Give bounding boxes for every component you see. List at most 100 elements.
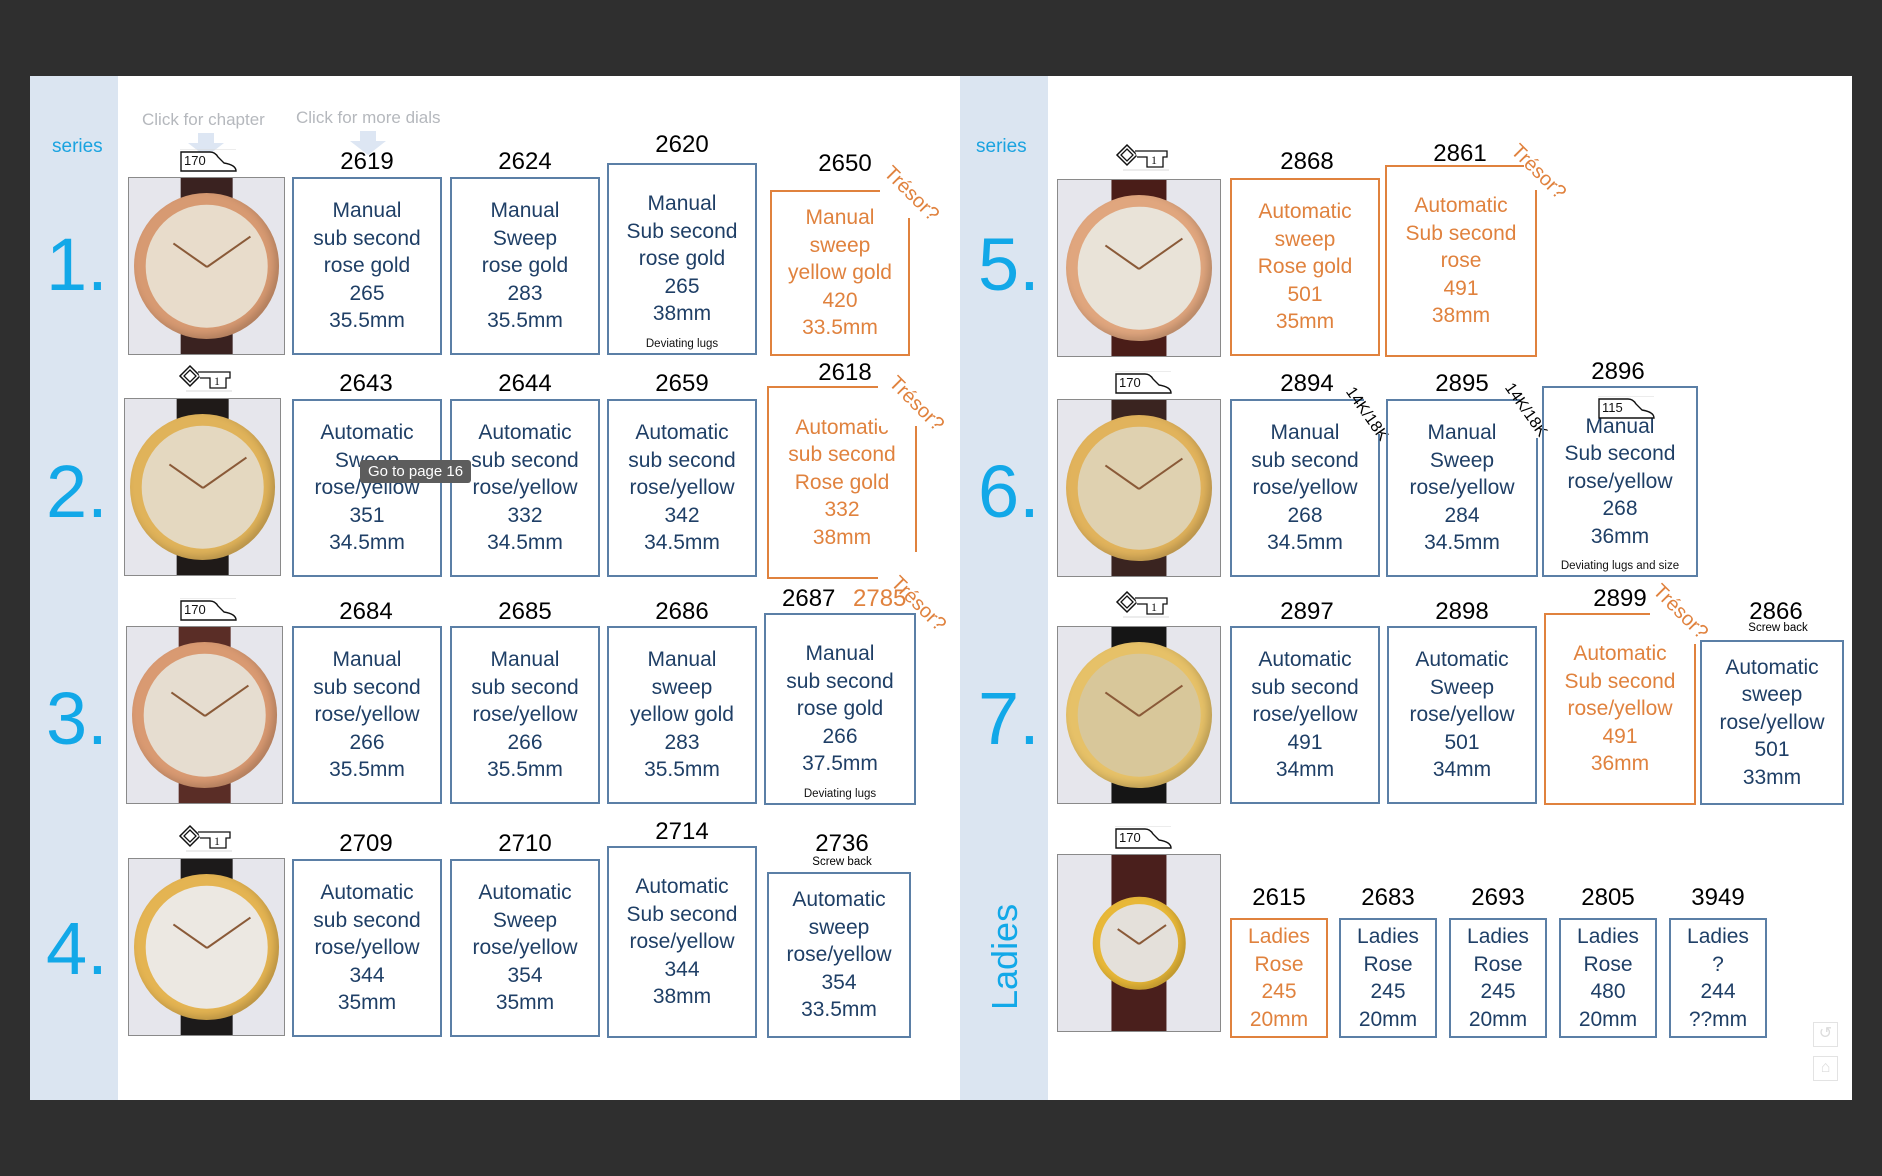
spec-line: 36mm <box>1590 524 1650 548</box>
spec-box-2624[interactable]: Manual Sweep rose gold 283 35.5mm <box>450 177 600 355</box>
spec-line: Automatic <box>635 421 729 445</box>
spec-line: 38mm <box>652 302 712 326</box>
spec-box-2615[interactable]: Ladies Rose 245 20mm <box>1230 918 1328 1038</box>
spec-box-2897[interactable]: Automatic sub second rose/yellow 491 34mm <box>1230 626 1380 804</box>
spec-box-2861[interactable]: Automatic Sub second rose 491 38mm <box>1385 165 1537 357</box>
reference-number: 2899 <box>1593 585 1647 612</box>
spec-box-2643[interactable]: AutomaticSweeprose/yellow35134.5mm <box>292 399 442 577</box>
spec-note: Deviating lugs and size <box>1560 560 1680 572</box>
watch-photo[interactable] <box>124 398 281 576</box>
back-button[interactable]: ↺ <box>1813 1022 1838 1047</box>
spec-box-2683[interactable]: Ladies Rose 245 20mm <box>1339 918 1437 1038</box>
spec-box-2898[interactable]: Automatic Sweep rose/yellow 501 34mm <box>1387 626 1537 804</box>
reference-number: 2624 <box>498 148 552 175</box>
home-button[interactable]: ⌂ <box>1813 1056 1838 1081</box>
spec-line: Manual <box>490 648 560 672</box>
spec-line: rose/yellow <box>629 930 735 954</box>
inner-stamp-115[interactable]: 115 <box>1598 395 1656 420</box>
reference-number: 2710 <box>498 830 552 857</box>
chapter-stamp-170[interactable]: 170 <box>1115 825 1173 850</box>
chapter-hint: Click for chapter <box>142 110 265 129</box>
stamp-number: 170 <box>1119 375 1141 390</box>
reference-number: 2736 <box>815 830 869 857</box>
watch-photo[interactable] <box>126 626 283 804</box>
chapter-stamp-170[interactable]: 170 <box>180 148 238 173</box>
watch-photo[interactable] <box>1057 179 1221 357</box>
spec-line: sweep <box>1274 227 1336 251</box>
series-label: series <box>52 136 103 157</box>
spec-line: 33mm <box>1742 765 1802 789</box>
spec-box-2687[interactable]: Manual sub second rose gold 266 37.5mm Deviat… <box>764 613 916 805</box>
watch-photo[interactable] <box>1057 626 1221 804</box>
row-number: 5. <box>978 223 1040 306</box>
spec-line: rose gold <box>638 247 726 271</box>
spec-line: 35.5mm <box>644 758 720 782</box>
spec-line: 332 <box>824 498 860 522</box>
spec-line: 20mm <box>1358 1007 1418 1031</box>
spec-line: Automatic <box>635 875 729 899</box>
spec-box-2620[interactable]: Manual Sub second rose gold 265 38mm Deviatin… <box>607 163 757 355</box>
spec-line: 344 <box>349 963 385 987</box>
spec-line: sweep <box>651 675 713 699</box>
spec-box-2709[interactable]: Automatic sub second rose/yellow 344 35mm <box>292 859 442 1037</box>
spec-box-2895[interactable]: Manual Sweep rose/yellow 284 34.5mm <box>1386 399 1538 577</box>
spec-box-2868[interactable]: Automatic sweep Rose gold 501 35mm <box>1230 178 1380 356</box>
spec-box-2736[interactable]: Automatic sweep rose/yellow 354 33.5mm <box>767 872 911 1038</box>
watch-photo[interactable] <box>128 177 285 355</box>
chapter-stamp-key[interactable]: 1 <box>1115 590 1171 618</box>
spec-line: 35.5mm <box>329 758 405 782</box>
reference-number: 2805 <box>1581 884 1635 911</box>
spec-line: 35mm <box>337 991 397 1015</box>
spec-line: sub second <box>313 908 421 932</box>
spec-box-2710[interactable]: Automatic Sweep rose/yellow 354 35mm <box>450 859 600 1037</box>
spec-line: ??mm <box>1688 1007 1748 1031</box>
spec-box-2866[interactable]: Automatic sweep rose/yellow 501 33mm <box>1700 640 1844 805</box>
watch-photo[interactable] <box>1057 399 1221 577</box>
spec-line: rose/yellow <box>472 476 578 500</box>
chapter-stamp-key[interactable]: 1 <box>178 364 234 392</box>
spec-box-2644[interactable]: Automatic sub second rose/yellow 332 34.5mm <box>450 399 600 577</box>
chapter-stamp-key[interactable]: 1 <box>178 824 234 852</box>
spec-box-2693[interactable]: Ladies Rose 245 20mm <box>1449 918 1547 1038</box>
spec-line: Sub second <box>1405 221 1517 245</box>
spec-line: rose gold <box>481 254 569 278</box>
reference-number: 2709 <box>339 830 393 857</box>
watch-photo[interactable] <box>1057 854 1221 1032</box>
watch-photo[interactable] <box>128 858 285 1036</box>
spec-box-3949[interactable]: Ladies? 244 ??mm <box>1669 918 1767 1038</box>
spec-line: 268 <box>1602 497 1638 521</box>
spec-line: 491 <box>1287 730 1323 754</box>
spec-box-2894[interactable]: Manual sub second rose/yellow 268 34.5mm <box>1230 399 1380 577</box>
spec-line: 38mm <box>1431 304 1491 328</box>
spec-line: 354 <box>507 963 543 987</box>
spec-line: Automatic <box>320 421 414 445</box>
screw-back-note: Screw back <box>812 856 872 868</box>
spec-line: 33.5mm <box>802 316 878 340</box>
spec-line: Rose gold <box>794 470 890 494</box>
spec-line: Automatic <box>1414 194 1508 218</box>
spec-line: ? <box>1712 952 1724 976</box>
spec-box-2714[interactable]: Automatic Sub second rose/yellow 344 38mm <box>607 846 757 1038</box>
spec-line: 245 <box>1480 980 1516 1003</box>
stamp-number: 1 <box>1151 600 1157 614</box>
spec-line: 34mm <box>1432 758 1492 782</box>
spec-box-2685[interactable]: Manual sub second rose/yellow 266 35.5mm <box>450 626 600 804</box>
spec-line: 34.5mm <box>329 531 405 555</box>
chapter-stamp-170[interactable]: 170 <box>1115 370 1173 395</box>
spec-line: Ladies <box>1248 925 1310 948</box>
spec-line: sub second <box>786 669 894 693</box>
spec-line: 35.5mm <box>329 309 405 333</box>
spec-line: rose/yellow <box>1409 703 1515 727</box>
spec-line: 491 <box>1602 724 1638 748</box>
screw-back-note: Screw back <box>1748 622 1808 634</box>
reference-number: 2644 <box>498 370 552 397</box>
spec-box-2686[interactable]: Manual sweep yellow gold 283 35.5mm <box>607 626 757 804</box>
spec-box-2684[interactable]: Manual sub second rose/yellow 266 35.5mm <box>292 626 442 804</box>
spec-box-2659[interactable]: Automatic sub second rose/yellow 342 34.5mm <box>607 399 757 577</box>
chapter-stamp-170[interactable]: 170 <box>180 597 238 622</box>
spec-box-2805[interactable]: Ladies Rose 480 20mm <box>1559 918 1657 1038</box>
spec-line: rose/yellow <box>1719 710 1825 734</box>
spec-line: 268 <box>1287 503 1323 527</box>
spec-box-2619[interactable]: Manual sub second rose gold 265 35.5mm <box>292 177 442 355</box>
chapter-stamp-key[interactable]: 1 <box>1115 143 1171 171</box>
